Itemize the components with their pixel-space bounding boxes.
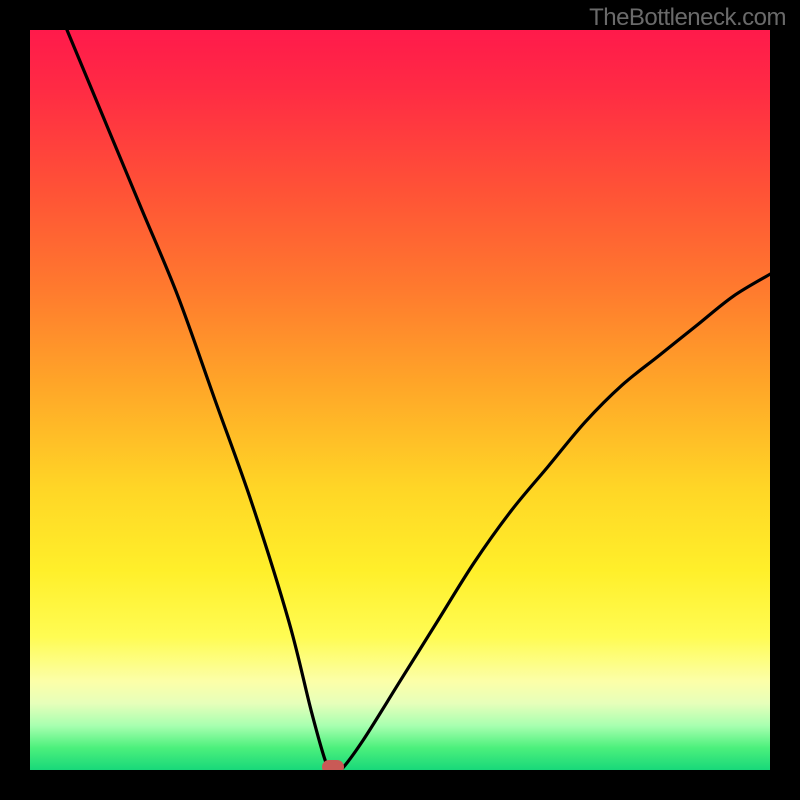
bottleneck-curve [30, 30, 770, 770]
chart-frame: TheBottleneck.com [0, 0, 800, 800]
plot-area [30, 30, 770, 770]
watermark-text: TheBottleneck.com [589, 4, 786, 32]
optimal-marker [322, 760, 344, 770]
